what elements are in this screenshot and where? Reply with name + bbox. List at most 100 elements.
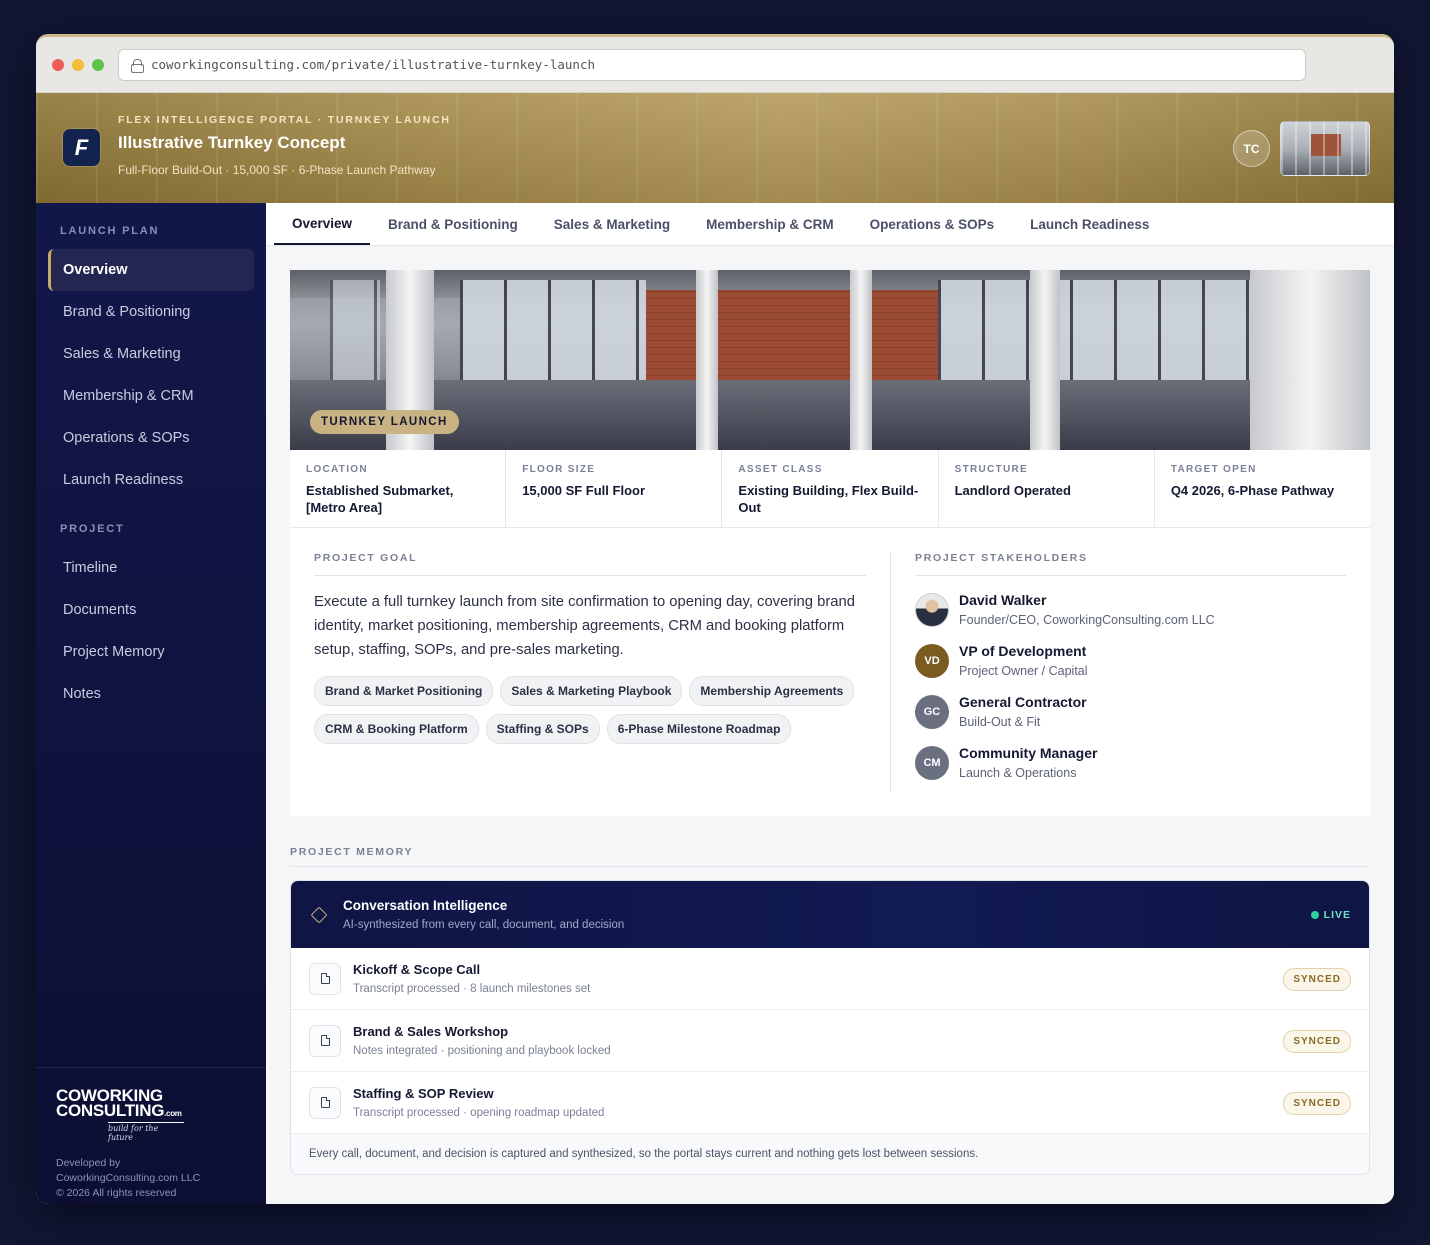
close-window-button[interactable] <box>52 58 64 71</box>
synced-badge: SYNCED <box>1283 968 1351 991</box>
user-avatar[interactable]: TC <box>1233 130 1270 167</box>
browser-chrome: coworkingconsulting.com/private/illustra… <box>36 37 1394 93</box>
stakeholder-item[interactable]: GC General Contractor Build-Out & Fit <box>915 694 1346 729</box>
copyright: © 2026 All rights reserved <box>56 1187 177 1199</box>
project-overview-panel: PROJECT GOAL Execute a full turnkey laun… <box>290 528 1370 816</box>
sidebar-item-readiness[interactable]: Launch Readiness <box>48 459 254 501</box>
brand-line2: CONSULTING <box>56 1101 165 1120</box>
scope-chip[interactable]: Membership Agreements <box>689 676 855 706</box>
project-goal: PROJECT GOAL Execute a full turnkey laun… <box>314 552 891 792</box>
conversation-intelligence-header: Conversation Intelligence AI-synthesized… <box>291 881 1369 948</box>
sidebar-item-membership[interactable]: Membership & CRM <box>48 375 254 417</box>
memory-row-title: Kickoff & Scope Call <box>353 962 481 977</box>
fact-structure: STRUCTURE Landlord Operated <box>939 450 1155 527</box>
header-text: FLEX INTELLIGENCE PORTAL · TURNKEY LAUNC… <box>118 114 451 177</box>
dev-line2: CoworkingConsulting.com LLC <box>56 1172 201 1184</box>
stakeholder-role: Launch & Operations <box>959 766 1077 780</box>
scope-chip[interactable]: Staffing & SOPs <box>485 714 600 744</box>
page-title: Illustrative Turnkey Concept <box>118 133 346 152</box>
conversation-intelligence-card: Conversation Intelligence AI-synthesized… <box>290 880 1370 1175</box>
portal-logo[interactable]: F <box>63 129 100 166</box>
tab-readiness[interactable]: Launch Readiness <box>1012 203 1167 245</box>
scope-chip[interactable]: Brand & Market Positioning <box>314 676 494 706</box>
document-icon <box>309 1086 341 1119</box>
fact-value: Existing Building, Flex Build-Out <box>738 483 919 515</box>
memory-row-subtitle: Notes integrated · positioning and playb… <box>353 1045 611 1057</box>
project-stakeholders: PROJECT STAKEHOLDERS David Walker Founde… <box>891 552 1346 792</box>
stakeholder-item[interactable]: CM Community Manager Launch & Operations <box>915 745 1346 780</box>
sidebar-heading-project: PROJECT <box>60 523 125 535</box>
project-facts: LOCATION Established Submarket, [Metro A… <box>290 450 1370 528</box>
memory-row[interactable]: Brand & Sales Workshop Notes integrated … <box>291 1010 1369 1072</box>
fact-value: Landlord Operated <box>954 483 1071 498</box>
address-bar[interactable]: coworkingconsulting.com/private/illustra… <box>118 48 1306 81</box>
fact-asset-class: ASSET CLASS Existing Building, Flex Buil… <box>722 450 939 527</box>
tab-sales[interactable]: Sales & Marketing <box>536 203 688 245</box>
fact-value: Established Submarket, [Metro Area] <box>306 483 454 515</box>
document-icon <box>309 1024 341 1057</box>
sidebar-item-documents[interactable]: Documents <box>48 589 254 631</box>
sidebar-item-sales[interactable]: Sales & Marketing <box>48 333 254 375</box>
document-icon <box>309 962 341 995</box>
stakeholder-role: Build-Out & Fit <box>959 715 1041 729</box>
scope-chip[interactable]: 6-Phase Milestone Roadmap <box>606 714 792 744</box>
sidebar-footer: COWORKING CONSULTING.com build for the f… <box>36 1067 266 1204</box>
brand-logo: COWORKING CONSULTING.com <box>56 1087 246 1121</box>
stakeholder-avatar: CM <box>915 745 949 780</box>
synced-badge: SYNCED <box>1283 1092 1351 1115</box>
page-subtitle: Full-Floor Build-Out · 15,000 SF · 6-Pha… <box>118 163 436 177</box>
fact-floor-size: FLOOR SIZE 15,000 SF Full Floor <box>506 450 723 527</box>
stakeholder-avatar <box>915 592 949 627</box>
stakeholders-heading: PROJECT STAKEHOLDERS <box>915 552 1346 576</box>
window-controls <box>52 58 104 71</box>
stakeholder-item[interactable]: David Walker Founder/CEO, CoworkingConsu… <box>915 592 1346 627</box>
fact-value: Q4 2026, 6-Phase Pathway <box>1170 483 1335 498</box>
sidebar-item-project-memory[interactable]: Project Memory <box>48 631 254 673</box>
browser-window: coworkingconsulting.com/private/illustra… <box>36 34 1394 1204</box>
memory-title: Conversation Intelligence <box>343 898 508 913</box>
developer-credit: Developed by CoworkingConsulting.com LLC… <box>56 1156 246 1201</box>
fact-label: LOCATION <box>306 464 368 475</box>
fact-target-open: TARGET OPEN Q4 2026, 6-Phase Pathway <box>1155 450 1370 527</box>
brand-com: .com <box>164 1109 182 1118</box>
tab-brand[interactable]: Brand & Positioning <box>370 203 536 245</box>
memory-row[interactable]: Staffing & SOP Review Transcript process… <box>291 1072 1369 1134</box>
tab-overview[interactable]: Overview <box>274 203 371 245</box>
project-thumbnail[interactable] <box>1280 121 1370 176</box>
tab-operations[interactable]: Operations & SOPs <box>852 203 1013 245</box>
memory-row[interactable]: Kickoff & Scope Call Transcript processe… <box>291 948 1369 1010</box>
memory-footer-note: Every call, document, and decision is ca… <box>291 1134 1369 1174</box>
logo-letter: F <box>74 134 89 160</box>
stakeholder-name: VP of Development <box>959 643 1087 659</box>
brand-tagline: build for the future <box>108 1122 184 1142</box>
live-status: LIVE <box>1310 909 1351 921</box>
sidebar-item-brand[interactable]: Brand & Positioning <box>48 291 254 333</box>
header-eyebrow: FLEX INTELLIGENCE PORTAL · TURNKEY LAUNC… <box>118 114 451 126</box>
sidebar-item-notes[interactable]: Notes <box>48 673 254 715</box>
fact-label: TARGET OPEN <box>1170 464 1257 475</box>
url-text: coworkingconsulting.com/private/illustra… <box>151 57 596 72</box>
stakeholder-item[interactable]: VD VP of Development Project Owner / Cap… <box>915 643 1346 678</box>
stakeholder-role: Founder/CEO, CoworkingConsulting.com LLC <box>959 613 1215 627</box>
sidebar-item-timeline[interactable]: Timeline <box>48 547 254 589</box>
memory-subtitle: AI-synthesized from every call, document… <box>343 919 625 931</box>
scope-chip[interactable]: CRM & Booking Platform <box>314 714 479 744</box>
stakeholder-avatar: VD <box>915 643 949 678</box>
sidebar-item-overview[interactable]: Overview <box>48 249 254 291</box>
dev-line1: Developed by <box>56 1157 121 1169</box>
live-label: LIVE <box>1323 909 1351 921</box>
scope-chip[interactable]: Sales & Marketing Playbook <box>500 676 683 706</box>
lock-icon <box>131 58 144 73</box>
stakeholder-avatar: GC <box>915 694 949 729</box>
project-goal-heading: PROJECT GOAL <box>314 552 866 576</box>
memory-row-subtitle: Transcript processed · opening roadmap u… <box>353 1107 605 1119</box>
fact-location: LOCATION Established Submarket, [Metro A… <box>290 450 507 527</box>
tab-bar: Overview Brand & Positioning Sales & Mar… <box>266 203 1394 246</box>
project-memory-heading: PROJECT MEMORY <box>290 846 1370 867</box>
stakeholder-role: Project Owner / Capital <box>959 664 1088 678</box>
tab-membership[interactable]: Membership & CRM <box>688 203 852 245</box>
minimize-window-button[interactable] <box>72 58 84 71</box>
maximize-window-button[interactable] <box>92 58 104 71</box>
sidebar-item-operations[interactable]: Operations & SOPs <box>48 417 254 459</box>
site-photo: TURNKEY LAUNCH <box>290 270 1370 450</box>
